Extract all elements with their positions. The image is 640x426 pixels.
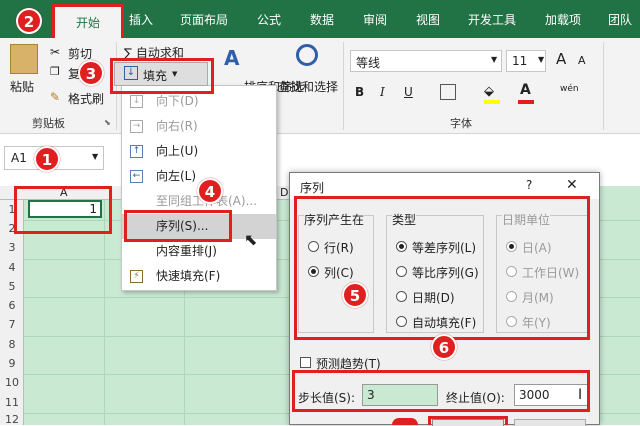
- tab-addins[interactable]: 加载项: [545, 11, 581, 28]
- tab-view[interactable]: 视图: [416, 11, 440, 28]
- trend-checkbox[interactable]: [300, 357, 311, 368]
- fill-color-swatch: [484, 100, 500, 104]
- tab-home[interactable]: 开始: [52, 4, 124, 38]
- sort-filter-icon: A: [224, 46, 240, 70]
- flash-fill-icon: ⚡: [130, 270, 143, 283]
- font-color-swatch: [518, 100, 534, 104]
- row-header[interactable]: 4: [0, 261, 24, 274]
- group-separator: [603, 42, 604, 130]
- clipboard-group-label: 剪贴板: [32, 117, 65, 130]
- row-header[interactable]: 11: [0, 396, 24, 409]
- format-painter-icon: ✎: [50, 90, 61, 104]
- find-select-button[interactable]: 查找和选择: [278, 78, 338, 95]
- row-header[interactable]: 5: [0, 280, 24, 293]
- highlight-box-cell: [14, 186, 112, 234]
- underline-button[interactable]: U: [404, 85, 413, 99]
- tab-team[interactable]: 团队: [608, 11, 632, 28]
- chevron-down-icon[interactable]: ▼: [491, 55, 497, 64]
- find-icon: [296, 44, 318, 66]
- step-badge-5: 5: [342, 282, 368, 308]
- cursor-arrow-icon: ⬉: [244, 230, 258, 249]
- highlight-box-series: [124, 210, 232, 242]
- fill-color-icon[interactable]: ⬙: [484, 84, 494, 99]
- step-badge-1: 1: [34, 146, 60, 172]
- paste-button[interactable]: 粘贴: [10, 78, 34, 95]
- grow-font-button[interactable]: A: [556, 50, 566, 68]
- tab-developer[interactable]: 开发工具: [468, 11, 516, 28]
- tab-insert[interactable]: 插入: [129, 11, 153, 28]
- copy-icon: ❐: [50, 65, 60, 78]
- row-header[interactable]: 6: [0, 299, 24, 312]
- column-header-d[interactable]: D: [280, 186, 288, 199]
- step-badge-7-partial: [392, 418, 418, 425]
- phonetic-button[interactable]: wén: [560, 84, 579, 94]
- chevron-down-icon[interactable]: ▼: [538, 55, 544, 64]
- paste-icon[interactable]: [10, 44, 38, 74]
- step-badge-2: 2: [16, 8, 42, 34]
- close-icon[interactable]: ✕: [566, 177, 578, 193]
- tab-page-layout[interactable]: 页面布局: [180, 11, 228, 28]
- bold-button[interactable]: B: [355, 85, 364, 99]
- italic-button[interactable]: I: [380, 85, 385, 99]
- menu-item-fill-right[interactable]: → 向右(R): [122, 114, 276, 139]
- highlight-box-fill: [110, 58, 214, 94]
- tab-formulas[interactable]: 公式: [257, 11, 281, 28]
- shrink-font-button[interactable]: A: [578, 54, 586, 67]
- borders-icon[interactable]: [440, 84, 456, 100]
- scissors-icon: ✂: [50, 45, 61, 59]
- step-badge-6: 6: [431, 334, 457, 360]
- arrow-up-icon: ↑: [130, 145, 143, 158]
- row-header[interactable]: 7: [0, 318, 24, 331]
- dialog-launcher-icon[interactable]: ⬊: [104, 118, 111, 127]
- chevron-down-icon[interactable]: ▼: [92, 152, 98, 161]
- step-badge-3: 3: [78, 60, 104, 86]
- format-painter-button[interactable]: 格式刷: [68, 90, 104, 107]
- font-color-icon[interactable]: A: [520, 82, 531, 98]
- help-icon[interactable]: ?: [526, 178, 532, 192]
- tab-data[interactable]: 数据: [310, 11, 334, 28]
- font-name-select[interactable]: 等线: [350, 50, 502, 72]
- row-header[interactable]: 8: [0, 338, 24, 351]
- row-header[interactable]: 3: [0, 241, 24, 254]
- row-header[interactable]: 9: [0, 357, 24, 370]
- highlight-box-options: [294, 196, 590, 340]
- row-header[interactable]: 10: [0, 376, 24, 389]
- row-header[interactable]: 12: [0, 413, 24, 426]
- menu-item-flash-fill[interactable]: ⚡ 快速填充(F): [122, 264, 276, 289]
- arrow-down-icon: ↓: [130, 95, 143, 108]
- arrow-left-icon: ←: [130, 170, 143, 183]
- tab-review[interactable]: 审阅: [363, 11, 387, 28]
- step-badge-4: 4: [197, 178, 223, 204]
- font-group-label: 字体: [450, 117, 472, 130]
- highlight-box-ok: [428, 416, 508, 425]
- group-separator: [343, 42, 344, 130]
- menu-item-fill-up[interactable]: ↑ 向上(U): [122, 139, 276, 164]
- arrow-right-icon: →: [130, 120, 143, 133]
- highlight-box-values: [292, 370, 590, 412]
